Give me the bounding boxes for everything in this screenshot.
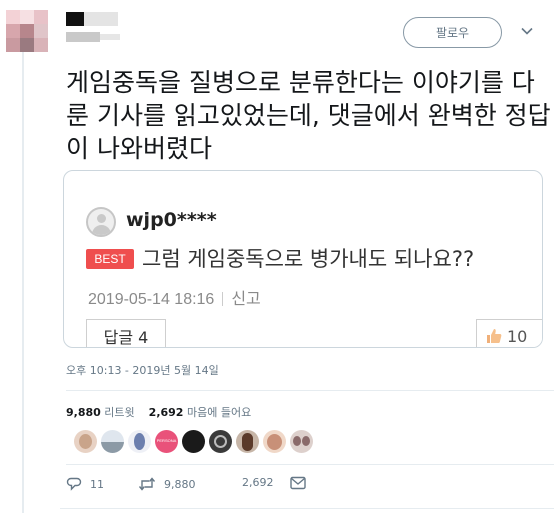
- author-handle-redacted[interactable]: [66, 32, 100, 42]
- retweet-button[interactable]: 9,880: [138, 476, 196, 492]
- author-name-blur: [84, 12, 118, 26]
- chevron-down-icon[interactable]: [520, 24, 534, 38]
- thread-line: [22, 52, 24, 513]
- tweet-text: 게임중독을 질병으로 분류한다는 이야기를 다룬 기사를 읽고있었는데, 댓글에…: [66, 68, 551, 163]
- liker-avatar[interactable]: [209, 430, 232, 453]
- commenter-avatar-icon: [86, 207, 116, 237]
- tweet-actions: 11 9,880 2,692: [66, 476, 366, 500]
- likes-count[interactable]: 2,692: [149, 406, 184, 419]
- reply-icon: [66, 477, 82, 491]
- comment-meta: 2019-05-14 18:16 신고: [88, 285, 261, 309]
- tweet-stats: 9,880 리트윗 2,692 마음에 들어요: [66, 404, 251, 420]
- liker-avatar[interactable]: [74, 430, 97, 453]
- comment-like-button: 10: [476, 319, 542, 347]
- liker-avatar[interactable]: [128, 430, 151, 453]
- divider: [66, 390, 554, 391]
- retweets-label[interactable]: 리트윗: [104, 406, 134, 419]
- report-link: 신고: [231, 291, 261, 308]
- retweet-icon: [138, 477, 156, 491]
- liker-avatar-text: PERSONA: [156, 438, 177, 443]
- comment-date: 2019-05-14 18:16: [88, 291, 215, 308]
- liker-avatar[interactable]: [236, 430, 259, 453]
- best-badge: BEST: [86, 249, 134, 269]
- likes-label[interactable]: 마음에 들어요: [187, 406, 251, 419]
- embedded-image[interactable]: wjp0**** BEST 그럼 게임중독으로 병가내도 되나요?? 2019-…: [63, 170, 543, 348]
- divider: [60, 508, 554, 509]
- comment-like-count: 10: [507, 326, 528, 346]
- author-name-redacted[interactable]: [66, 12, 84, 26]
- liker-avatar[interactable]: PERSONA: [155, 430, 178, 453]
- envelope-icon: [290, 476, 306, 490]
- reply-button[interactable]: 11: [66, 476, 104, 492]
- like-count: 2,692: [242, 476, 274, 489]
- liker-avatar[interactable]: [182, 430, 205, 453]
- comment-text: 그럼 게임중독으로 병가내도 되나요??: [142, 247, 475, 271]
- direct-message-button[interactable]: [290, 476, 306, 490]
- author-avatar[interactable]: [6, 10, 48, 52]
- commenter-username: wjp0****: [126, 209, 217, 231]
- follow-button[interactable]: 팔로우: [403, 17, 502, 48]
- retweet-count: 9,880: [164, 477, 196, 491]
- divider: [66, 464, 554, 465]
- retweets-count[interactable]: 9,880: [66, 406, 101, 419]
- reply-count: 11: [90, 477, 104, 491]
- liker-avatar[interactable]: [263, 430, 286, 453]
- liker-avatar[interactable]: [101, 430, 124, 453]
- tweet-timestamp[interactable]: 오후 10:13 - 2019년 5월 14일: [66, 362, 219, 378]
- liker-avatar[interactable]: [290, 430, 313, 453]
- reply-count-button: 답글 4: [86, 319, 166, 347]
- thumbs-up-icon: [487, 329, 502, 343]
- author-handle-blur: [100, 34, 120, 40]
- like-button[interactable]: 2,692: [242, 476, 274, 489]
